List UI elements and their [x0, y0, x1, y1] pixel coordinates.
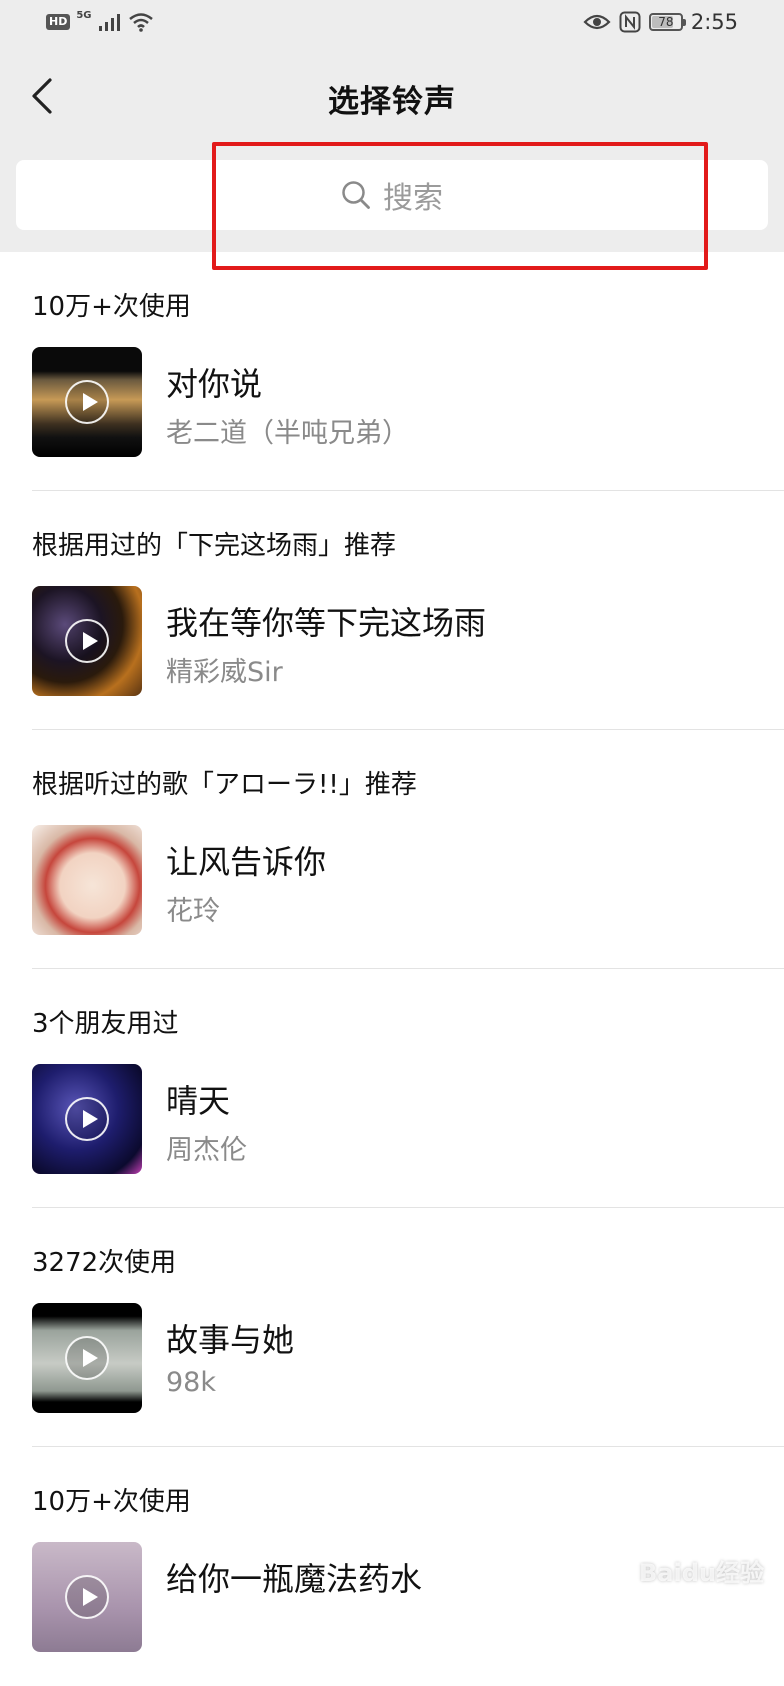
wifi-icon [128, 13, 153, 32]
song-title: 故事与她 [166, 1321, 295, 1359]
page-title: 选择铃声 [328, 84, 456, 120]
recommend-section: 根据用过的「下完这场雨」推荐 我在等你等下完这场雨 精彩威Sir [0, 491, 784, 730]
song-title: 我在等你等下完这场雨 [166, 604, 487, 642]
song-item[interactable]: 故事与她 98k [32, 1303, 784, 1413]
hd-icon: HD [46, 14, 71, 30]
album-cover [32, 1303, 142, 1413]
play-icon[interactable] [65, 619, 109, 663]
eye-icon [583, 14, 611, 30]
recommend-section: 10万+次使用 对你说 老二道（半吨兄弟） [0, 252, 784, 491]
section-label: 3个朋友用过 [32, 1009, 179, 1039]
nav-bar: 选择铃声 [0, 50, 784, 142]
section-label: 3272次使用 [32, 1248, 177, 1278]
song-item[interactable]: 对你说 老二道（半吨兄弟） [32, 347, 784, 457]
album-cover [32, 825, 142, 935]
search-placeholder: 搜索 [383, 181, 443, 216]
status-bar-right: 78 2:55 [583, 10, 738, 34]
ringtone-list: 10万+次使用 对你说 老二道（半吨兄弟） 根据用过的「下完这场雨」推荐 我在等… [0, 252, 784, 1686]
song-artist: 老二道（半吨兄弟） [166, 418, 409, 449]
song-title: 对你说 [166, 365, 263, 403]
search-input[interactable]: 搜索 [16, 160, 768, 230]
section-label: 10万+次使用 [32, 292, 191, 322]
status-bar: HD 5G 78 2:55 [0, 0, 784, 50]
battery-level: 78 [658, 15, 674, 29]
play-icon[interactable] [65, 380, 109, 424]
play-icon[interactable] [65, 1336, 109, 1380]
nfc-icon [619, 11, 641, 33]
song-title: 给你一瓶魔法药水 [166, 1560, 423, 1598]
song-title: 晴天 [166, 1082, 231, 1120]
song-artist: 周杰伦 [166, 1135, 247, 1166]
recommend-section: 3个朋友用过 晴天 周杰伦 [0, 969, 784, 1208]
search-icon [342, 181, 370, 209]
album-cover [32, 586, 142, 696]
song-item[interactable]: 晴天 周杰伦 [32, 1064, 784, 1174]
song-artist: 花玲 [166, 896, 220, 927]
status-time: 2:55 [690, 10, 738, 34]
album-cover [32, 1542, 142, 1652]
album-cover [32, 347, 142, 457]
recommend-section: 根据听过的歌「アローラ!!」推荐 让风告诉你 花玲 [0, 730, 784, 969]
signal-icon [98, 14, 120, 31]
status-bar-left: HD 5G [46, 10, 154, 32]
song-item[interactable]: 我在等你等下完这场雨 精彩威Sir [32, 586, 784, 696]
battery-icon: 78 [648, 13, 686, 31]
section-label: 10万+次使用 [32, 1487, 191, 1517]
album-cover [32, 1064, 142, 1174]
section-label: 根据听过的歌「アローラ!!」推荐 [32, 770, 417, 800]
play-icon[interactable] [65, 1097, 109, 1141]
song-title: 让风告诉你 [166, 843, 327, 881]
search-area: 搜索 [0, 142, 784, 252]
recommend-section: 3272次使用 故事与她 98k [0, 1208, 784, 1447]
song-artist: 98k [166, 1367, 216, 1398]
section-label: 根据用过的「下完这场雨」推荐 [32, 531, 397, 561]
song-item[interactable]: 让风告诉你 花玲 [32, 825, 784, 935]
play-icon[interactable] [65, 1575, 109, 1619]
network-type: 5G [76, 10, 92, 21]
watermark: Baidu经验 [639, 1559, 764, 1587]
song-artist: 精彩威Sir [166, 657, 283, 688]
